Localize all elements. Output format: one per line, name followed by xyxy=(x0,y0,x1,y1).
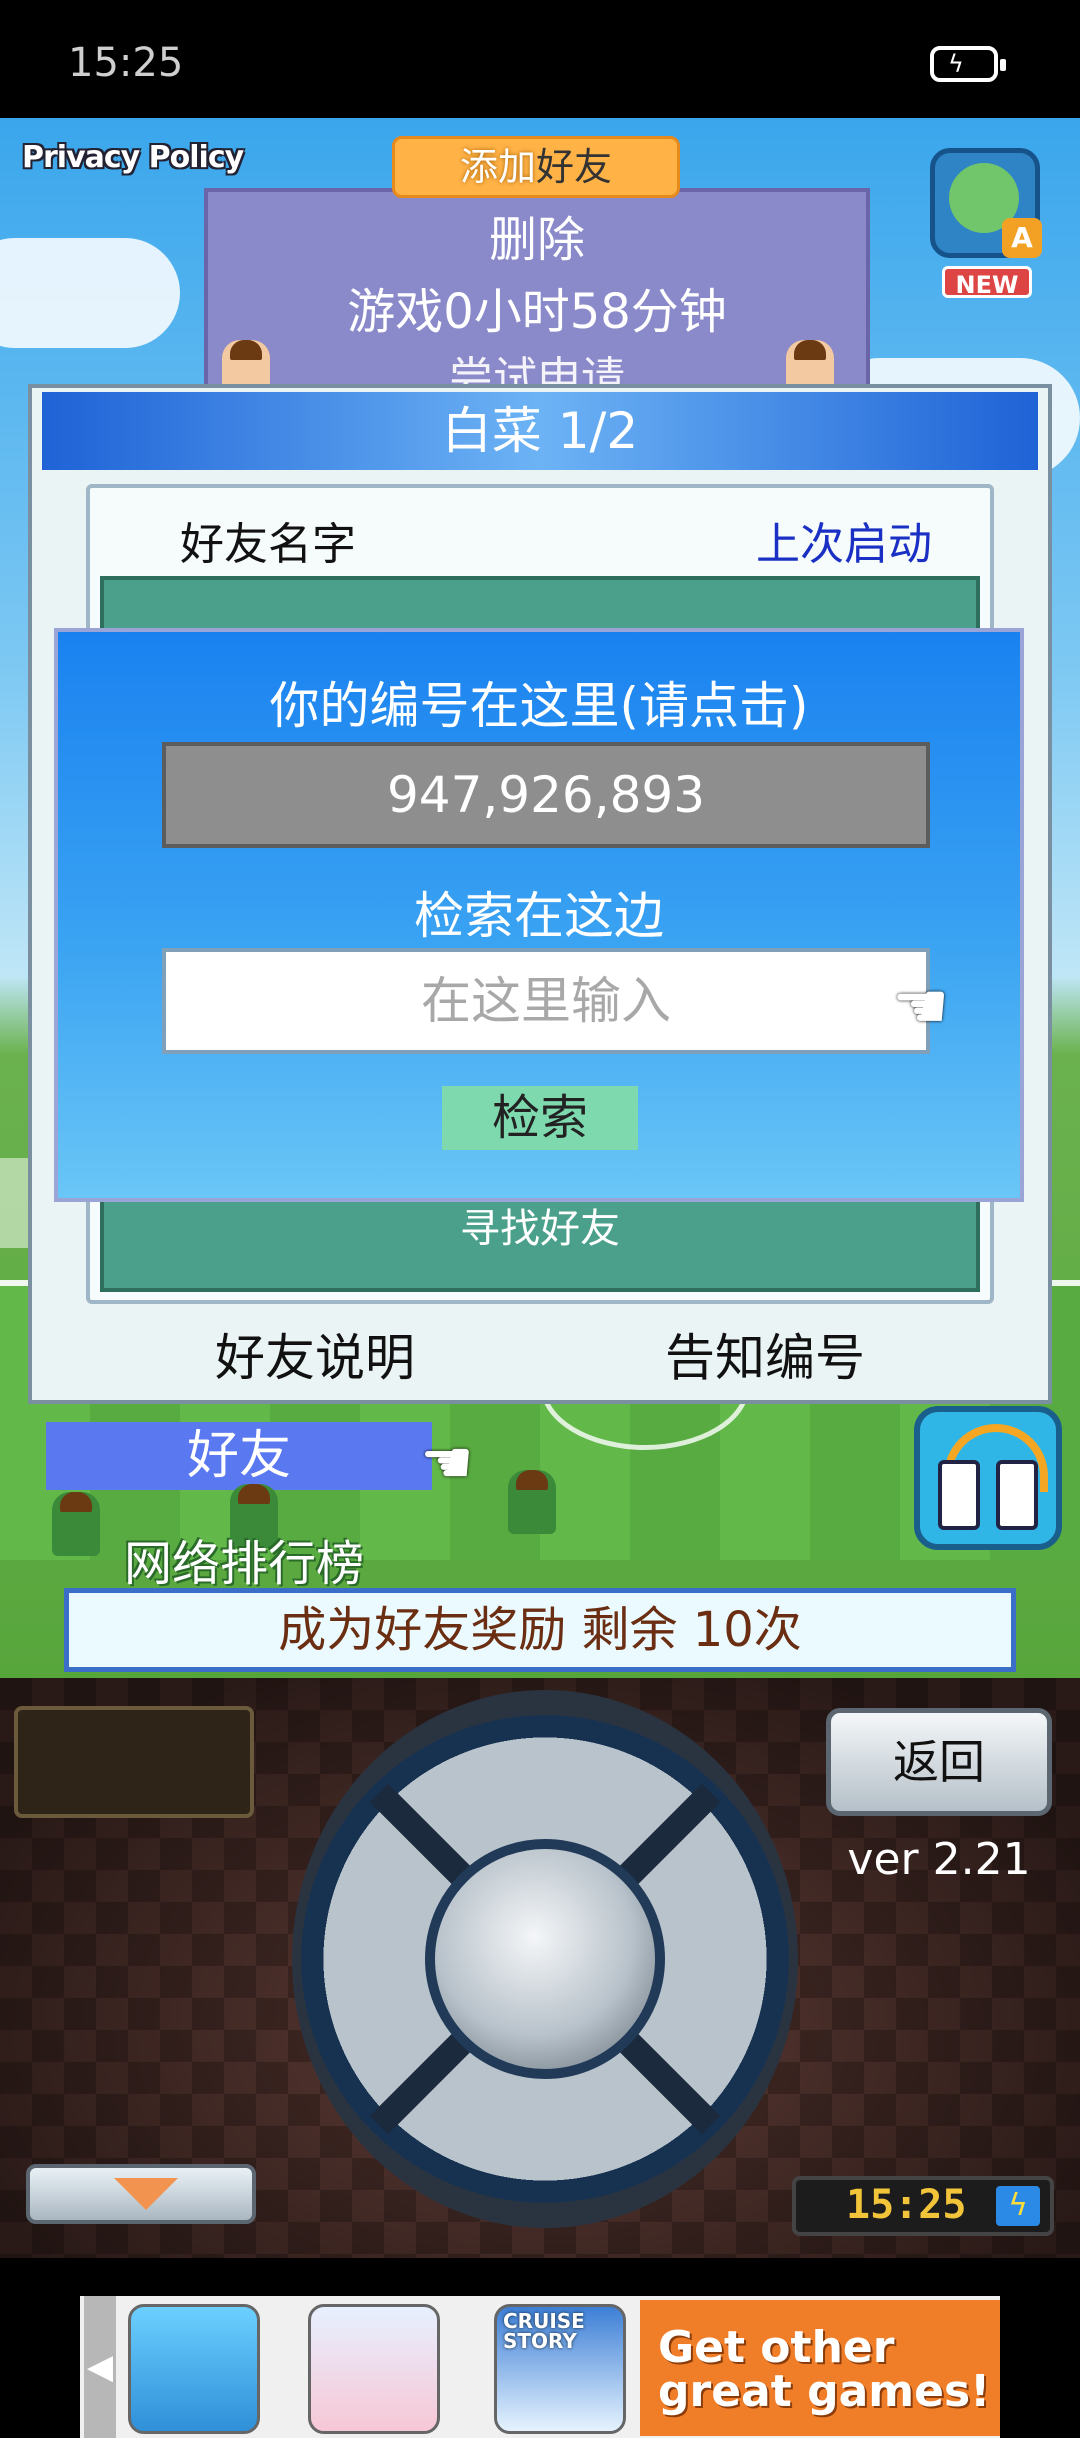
add-friend-tab[interactable]: 添加好友 xyxy=(392,136,680,198)
ad-cta-line1: Get other xyxy=(658,2322,895,2373)
search-input[interactable] xyxy=(162,948,930,1054)
game-icon-cruise-story[interactable]: CRUISE STORY xyxy=(494,2304,626,2434)
your-id-value[interactable]: 947,926,893 xyxy=(162,742,930,848)
your-id-label: 你的编号在这里(请点击) xyxy=(269,677,809,735)
translate-badge: A xyxy=(1002,218,1042,258)
arrow-left-icon[interactable]: ◀ xyxy=(84,2296,116,2438)
dpad-center-button[interactable] xyxy=(425,1839,665,2079)
pointer-hand-icon: ☚ xyxy=(420,1428,474,1498)
new-badge: NEW xyxy=(942,266,1032,299)
character-sprite xyxy=(52,1492,100,1556)
phone-icon xyxy=(996,1460,1038,1530)
game-icon-shop[interactable] xyxy=(308,2304,440,2434)
notify-id-button[interactable]: 告知编号 xyxy=(600,1318,930,1390)
find-friends-button[interactable]: 寻找好友 xyxy=(100,1196,980,1254)
game-clock: 15:25 xyxy=(846,2182,967,2228)
directional-pad[interactable] xyxy=(292,1690,798,2228)
character-sprite xyxy=(508,1470,556,1534)
menu-down-button[interactable] xyxy=(26,2164,256,2224)
back-button[interactable]: 返回 xyxy=(826,1708,1052,1816)
panel-title: 白菜 1/2 xyxy=(42,392,1038,470)
column-header-last-launch[interactable]: 上次启动 xyxy=(756,508,932,572)
tab-network-ranking[interactable]: 网络排行榜 xyxy=(124,1524,364,1594)
controller-display-slot xyxy=(14,1706,254,1818)
swap-devices-button[interactable] xyxy=(914,1406,1062,1550)
battery-charging-icon: ϟ xyxy=(996,2186,1040,2226)
privacy-policy-link[interactable]: Privacy Policy xyxy=(22,140,244,175)
game-icon-rocket[interactable] xyxy=(128,2304,260,2434)
friend-playtime: 游戏0小时58分钟 xyxy=(347,284,727,340)
column-header-friend-name: 好友名字 xyxy=(180,519,356,570)
version-label: ver 2.21 xyxy=(847,1834,1031,1885)
phone-icon xyxy=(938,1460,980,1530)
chevron-down-icon xyxy=(114,2178,178,2210)
cruise-story-title: CRUISE STORY xyxy=(503,2309,585,2353)
get-other-games-button[interactable]: Get other great games! xyxy=(640,2300,1000,2436)
add-friend-tab-suffix: 好友 xyxy=(536,145,613,189)
tab-friends[interactable]: 好友 xyxy=(46,1422,432,1490)
search-button[interactable]: 检索 xyxy=(442,1086,638,1150)
ad-cta-line2: great games! xyxy=(658,2366,991,2417)
translate-button[interactable]: A NEW xyxy=(926,148,1048,299)
pointer-hand-icon: ☚ xyxy=(892,970,950,1044)
friend-explanation-button[interactable]: 好友说明 xyxy=(150,1318,480,1390)
battery-charging-icon: ϟ xyxy=(930,46,1006,82)
status-time: 15:25 xyxy=(68,40,184,86)
search-label: 检索在这边 xyxy=(414,887,664,945)
add-friend-tab-prefix: 添加 xyxy=(459,145,536,189)
cloud xyxy=(0,238,180,348)
friend-reward-bar: 成为好友奖励 剩余 10次 xyxy=(64,1588,1016,1672)
delete-friend-button[interactable]: 删除 xyxy=(204,200,870,270)
